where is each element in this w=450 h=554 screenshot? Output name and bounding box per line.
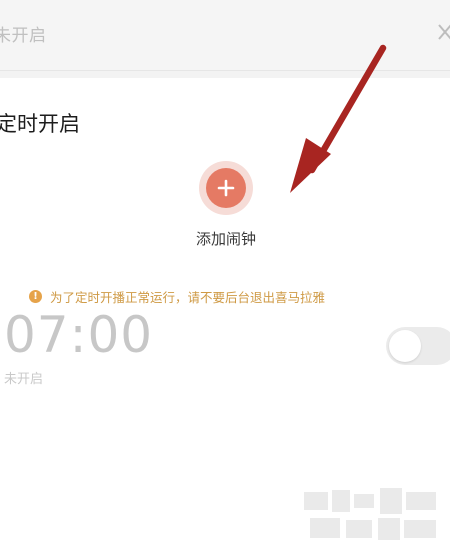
alarm-toggle-knob [389, 330, 421, 362]
card-title: 定时开启 [0, 112, 80, 136]
timed-start-card: 定时开启 添加闹钟 [0, 78, 450, 262]
header-bar: 未开启 [0, 0, 450, 71]
info-icon: ! [29, 290, 42, 303]
notice-banner: ! 为了定时开播正常运行，请不要后台退出喜马拉雅 [29, 287, 325, 306]
add-alarm-label: 添加闹钟 [195, 230, 256, 248]
notice-text: 为了定时开播正常运行，请不要后台退出喜马拉雅 [50, 290, 326, 305]
add-alarm-button[interactable] [199, 161, 253, 215]
add-alarm-button-inner [206, 168, 246, 208]
header-status-text: 未开启 [0, 26, 47, 46]
alarm-status: 未开启 [4, 372, 44, 387]
alarm-toggle[interactable] [386, 327, 450, 365]
watermark-logo [304, 488, 436, 540]
close-icon[interactable] [437, 22, 450, 42]
plus-icon [217, 179, 235, 197]
alarm-time: 07:00 [4, 306, 154, 364]
